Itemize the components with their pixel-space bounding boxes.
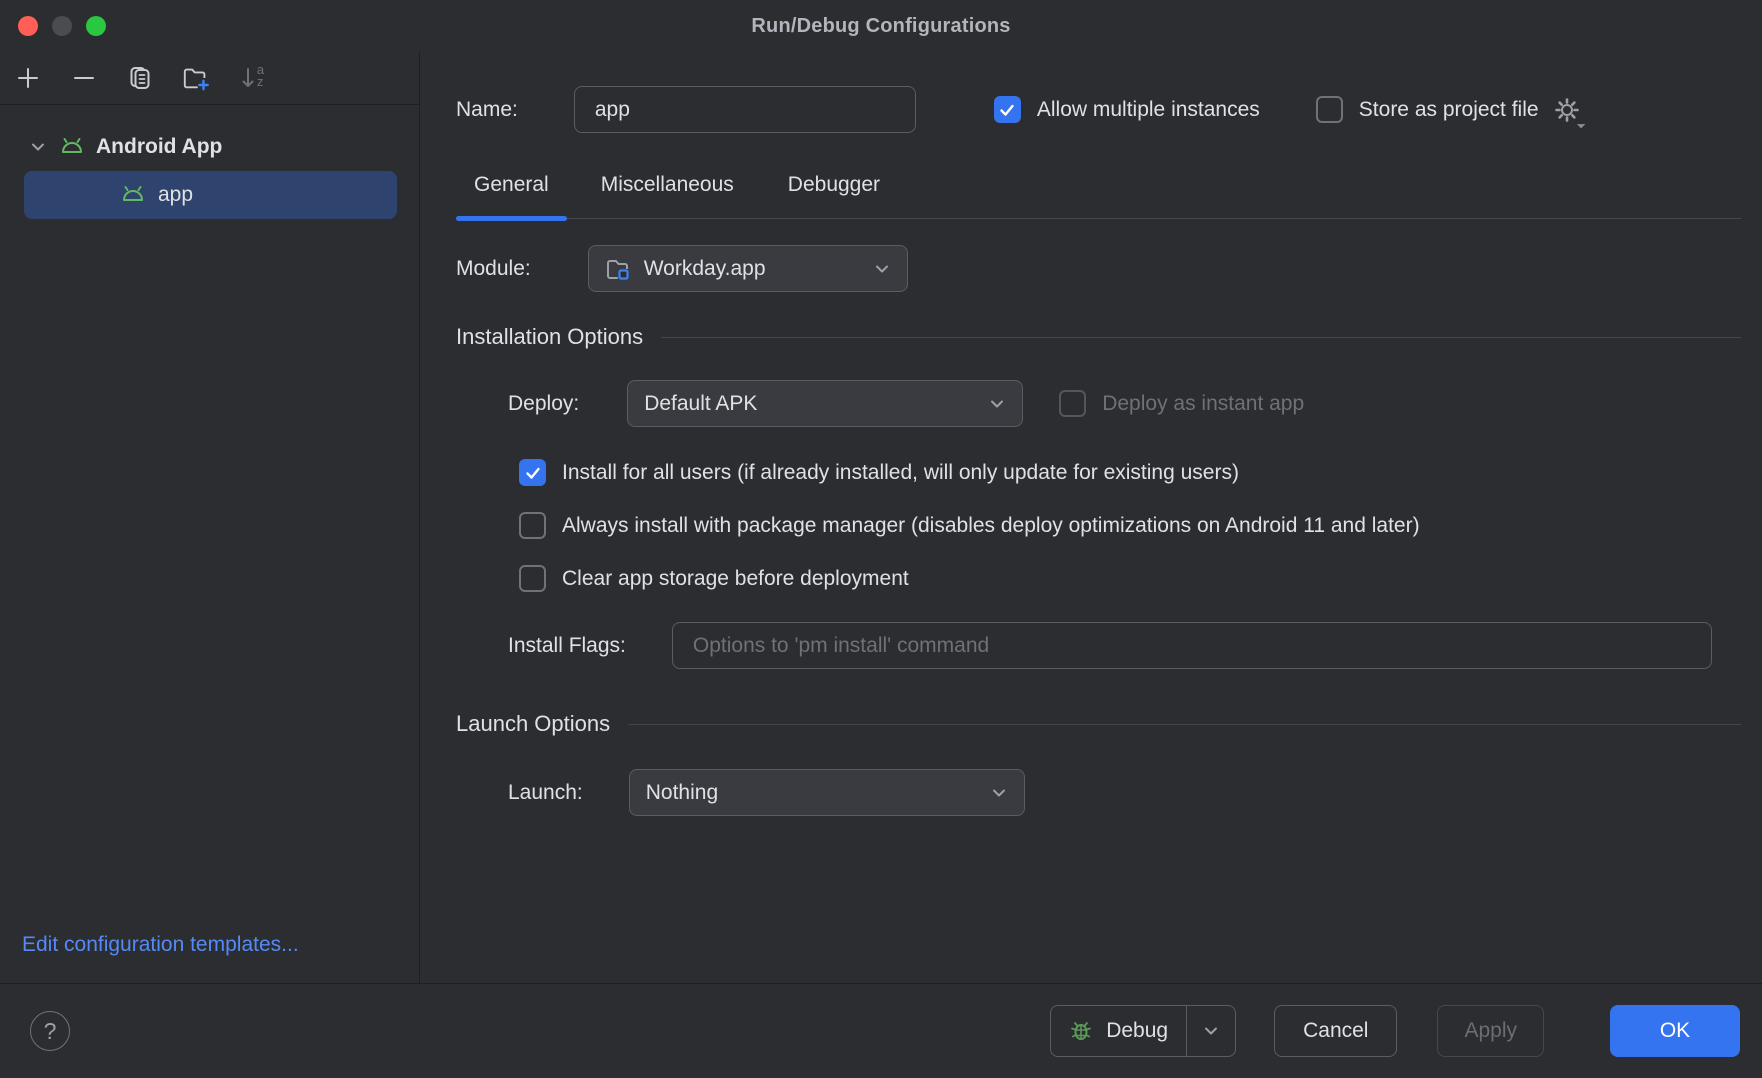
help-icon[interactable]: ?: [30, 1011, 70, 1051]
deploy-label: Deploy:: [508, 392, 579, 416]
store-settings-gear-icon[interactable]: [1551, 94, 1583, 126]
configuration-editor: Name: Allow multiple instances Store as …: [420, 52, 1762, 983]
allow-multiple-instances-checkbox[interactable]: Allow multiple instances: [994, 96, 1260, 123]
tab-miscellaneous[interactable]: Miscellaneous: [583, 161, 752, 218]
launch-dropdown[interactable]: Nothing: [629, 769, 1025, 816]
module-label: Module:: [456, 257, 531, 281]
always-install-package-manager-checkbox[interactable]: Always install with package manager (dis…: [519, 512, 1762, 539]
apply-button: Apply: [1437, 1005, 1544, 1057]
deploy-as-instant-app-label: Deploy as instant app: [1102, 392, 1304, 416]
traffic-lights: [18, 16, 106, 36]
store-as-project-file-checkbox[interactable]: Store as project file: [1316, 94, 1583, 126]
install-flags-input[interactable]: [672, 622, 1712, 669]
module-value: Workday.app: [644, 257, 766, 281]
checkbox-checked-icon[interactable]: [994, 96, 1021, 123]
module-row: Module: Workday.app: [456, 245, 1762, 292]
debug-button[interactable]: Debug: [1050, 1005, 1236, 1057]
chevron-down-icon: [28, 137, 48, 157]
new-folder-icon[interactable]: [182, 64, 210, 92]
debug-options-chevron[interactable]: [1187, 1022, 1235, 1040]
minimize-window-icon: [52, 16, 72, 36]
deploy-as-instant-app-checkbox: Deploy as instant app: [1059, 390, 1304, 417]
help-glyph: ?: [44, 1018, 57, 1045]
deploy-row: Deploy: Default APK Deploy as instant ap…: [508, 380, 1762, 427]
checkbox-checked-icon[interactable]: [519, 459, 546, 486]
chevron-down-icon: [988, 395, 1006, 413]
chevron-down-icon: [990, 784, 1008, 802]
launch-options-title: Launch Options: [456, 711, 610, 737]
always-install-package-manager-label: Always install with package manager (dis…: [562, 514, 1420, 538]
sidebar-toolbar: a z: [0, 52, 419, 105]
name-row: Name: Allow multiple instances Store as …: [456, 86, 1762, 133]
copy-configuration-icon[interactable]: [126, 64, 154, 92]
deploy-value: Default APK: [644, 392, 757, 416]
install-flags-row: Install Flags:: [508, 622, 1712, 669]
checkbox-unchecked-icon[interactable]: [519, 565, 546, 592]
clear-app-storage-checkbox[interactable]: Clear app storage before deployment: [519, 565, 1762, 592]
launch-label: Launch:: [508, 781, 583, 805]
edit-configuration-templates-link[interactable]: Edit configuration templates...: [0, 933, 419, 983]
module-dropdown[interactable]: Workday.app: [588, 245, 908, 292]
section-divider: [628, 724, 1741, 725]
tree-item-app[interactable]: app: [24, 171, 397, 219]
installation-options-title: Installation Options: [456, 324, 643, 350]
install-for-all-users-label: Install for all users (if already instal…: [562, 461, 1239, 485]
sort-letter-z: z: [257, 76, 264, 88]
name-input[interactable]: [574, 86, 916, 133]
title-bar: Run/Debug Configurations: [0, 0, 1762, 52]
chevron-down-icon: [1202, 1022, 1220, 1040]
allow-multiple-instances-label: Allow multiple instances: [1037, 98, 1260, 122]
section-divider: [661, 337, 1741, 338]
debug-button-label: Debug: [1106, 1019, 1168, 1043]
zoom-window-icon[interactable]: [86, 16, 106, 36]
bug-icon: [1069, 1019, 1093, 1043]
configurations-sidebar: a z Android App app: [0, 52, 420, 983]
deploy-dropdown[interactable]: Default APK: [627, 380, 1023, 427]
android-icon: [120, 184, 146, 206]
cancel-button[interactable]: Cancel: [1274, 1005, 1397, 1057]
tab-general[interactable]: General: [456, 161, 567, 218]
remove-configuration-icon[interactable]: [70, 64, 98, 92]
close-window-icon[interactable]: [18, 16, 38, 36]
tree-group-android-app[interactable]: Android App: [0, 125, 419, 169]
checkbox-unchecked-icon[interactable]: [519, 512, 546, 539]
launch-options-section: Launch Options: [456, 711, 1741, 737]
module-icon: [605, 257, 631, 281]
configuration-tree: Android App app: [0, 105, 419, 933]
clear-app-storage-label: Clear app storage before deployment: [562, 567, 909, 591]
tree-group-label: Android App: [96, 135, 222, 159]
store-as-project-file-label: Store as project file: [1359, 98, 1539, 122]
sort-alphabetically-icon: a z: [238, 64, 266, 92]
dialog-title: Run/Debug Configurations: [751, 15, 1010, 38]
installation-options-section: Installation Options: [456, 324, 1741, 350]
checkbox-unchecked-icon[interactable]: [1316, 96, 1343, 123]
add-configuration-icon[interactable]: [14, 64, 42, 92]
ok-button[interactable]: OK: [1610, 1005, 1740, 1057]
chevron-down-icon: [873, 260, 891, 278]
install-for-all-users-checkbox[interactable]: Install for all users (if already instal…: [519, 459, 1762, 486]
checkbox-disabled-icon: [1059, 390, 1086, 417]
dialog-footer: ? Debug Cancel Apply OK: [0, 983, 1762, 1078]
tree-item-label: app: [158, 183, 193, 207]
name-label: Name:: [456, 98, 518, 122]
gear-dropdown-indicator: [1572, 115, 1585, 128]
install-flags-label: Install Flags:: [508, 634, 626, 658]
launch-row: Launch: Nothing: [508, 769, 1762, 816]
configuration-tabs: General Miscellaneous Debugger: [456, 161, 1741, 219]
launch-value: Nothing: [646, 781, 718, 805]
tab-debugger[interactable]: Debugger: [770, 161, 898, 218]
android-icon: [59, 136, 85, 158]
